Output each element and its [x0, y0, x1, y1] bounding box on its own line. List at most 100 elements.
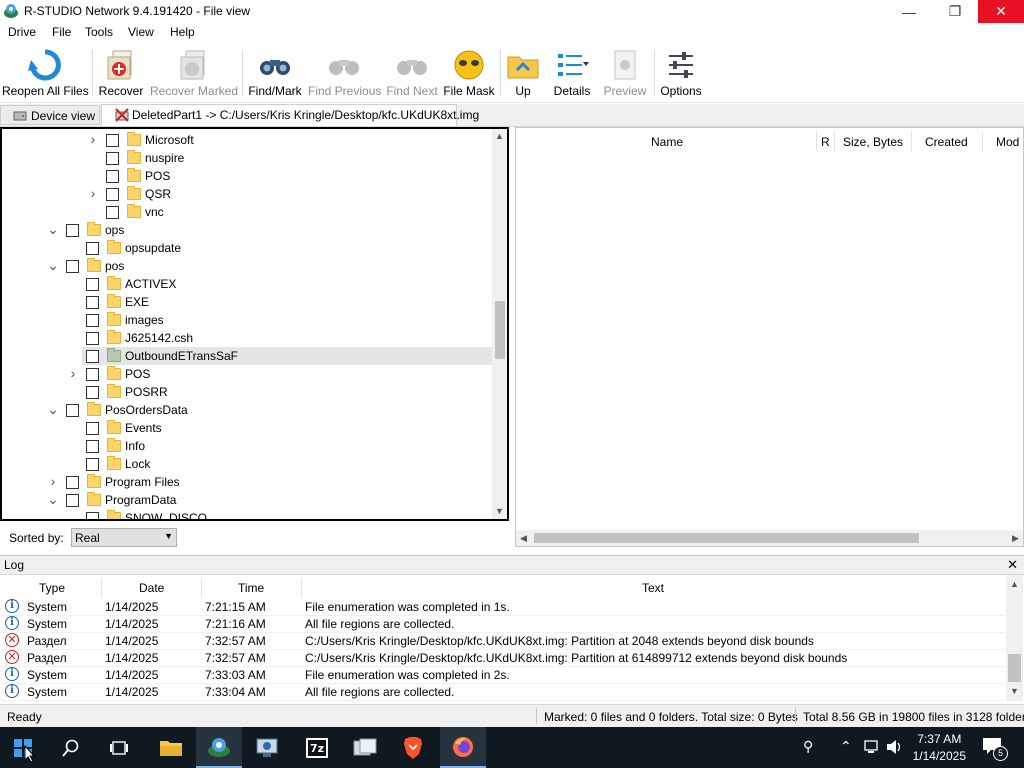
folder-tree-panel[interactable]: › Microsoft nuspire POS › QSR vnc ⌄ ops opsupdate… [0, 127, 509, 521]
tree-item-checkbox[interactable] [66, 494, 79, 507]
tree-item-checkbox[interactable] [86, 386, 99, 399]
tree-item[interactable]: ACTIVEX [2, 275, 492, 293]
taskbar-7zip[interactable]: 7z [294, 727, 340, 768]
tree-item[interactable]: Events [2, 419, 492, 437]
tree-item[interactable]: POS [2, 167, 492, 185]
file-list-horizontal-scrollbar[interactable]: ◀ ▶ [516, 530, 1023, 546]
menu-tools[interactable]: Tools [85, 25, 113, 39]
tree-item[interactable]: Lock [2, 455, 492, 473]
tree-item-checkbox[interactable] [66, 260, 79, 273]
chevron-right-icon[interactable]: › [87, 132, 99, 146]
up-button[interactable]: Up [504, 44, 542, 102]
menu-file[interactable]: File [52, 25, 71, 39]
options-button[interactable]: Options [658, 44, 704, 102]
log-column-date[interactable]: Date [139, 581, 164, 595]
tree-item-checkbox[interactable] [106, 188, 119, 201]
tree-item-checkbox[interactable] [86, 296, 99, 309]
tree-item-checkbox[interactable] [106, 152, 119, 165]
tree-item-checkbox[interactable] [106, 170, 119, 183]
tree-item[interactable]: images [2, 311, 492, 329]
tree-item-checkbox[interactable] [86, 368, 99, 381]
tree-item[interactable]: EXE [2, 293, 492, 311]
tree-item-checkbox[interactable] [106, 134, 119, 147]
taskbar-utility[interactable] [342, 727, 388, 768]
scroll-up-arrow-icon[interactable]: ▲ [492, 129, 507, 144]
recover-marked-button[interactable]: Recover Marked [150, 44, 238, 102]
scroll-left-arrow-icon[interactable]: ◀ [516, 531, 531, 546]
minimize-button[interactable]: — [886, 0, 932, 23]
column-r[interactable]: R [821, 135, 830, 149]
tree-item-checkbox[interactable] [86, 512, 99, 519]
network-icon[interactable] [862, 740, 880, 755]
scroll-right-arrow-icon[interactable]: ▶ [1008, 531, 1023, 546]
tree-item[interactable]: OutboundETransSaF [82, 347, 492, 365]
log-column-text[interactable]: Text [642, 581, 664, 595]
scroll-down-arrow-icon[interactable]: ▼ [1007, 684, 1022, 699]
maximize-button[interactable]: ❐ [932, 0, 978, 23]
chevron-down-icon[interactable]: ⌄ [47, 222, 59, 236]
find-previous-button[interactable]: Find Previous [308, 44, 381, 102]
file-mask-button[interactable]: File Mask [442, 44, 496, 102]
details-button[interactable]: Details [544, 44, 600, 102]
file-list-scroll-thumb[interactable] [534, 533, 919, 543]
log-row[interactable]: i System 1/14/2025 7:21:15 AM File enumerati… [0, 598, 1005, 616]
reopen-all-files-button[interactable]: Reopen All Files [2, 44, 89, 102]
chevron-down-icon[interactable]: ⌄ [47, 258, 59, 272]
tree-item-checkbox[interactable] [86, 332, 99, 345]
tree-item-checkbox[interactable] [86, 314, 99, 327]
tree-item-checkbox[interactable] [86, 458, 99, 471]
column-modified[interactable]: Mod [996, 135, 1019, 149]
people-icon[interactable]: ⚲ [803, 738, 813, 755]
log-column-time[interactable]: Time [238, 581, 264, 595]
clock[interactable]: 7:37 AM 1/14/2025 [913, 731, 966, 765]
chevron-down-icon[interactable]: ⌄ [47, 492, 59, 506]
find-mark-button[interactable]: Find/Mark [246, 44, 304, 102]
tree-scroll-thumb[interactable] [495, 301, 505, 359]
volume-icon[interactable] [886, 739, 904, 755]
chevron-right-icon[interactable]: › [87, 186, 99, 200]
notification-center-button[interactable]: 5 [982, 737, 1008, 761]
column-name[interactable]: Name [651, 135, 683, 149]
tree-item[interactable]: › QSR [2, 185, 492, 203]
tree-item[interactable]: POSRR [2, 383, 492, 401]
log-row[interactable]: ✕ Раздел 1/14/2025 7:32:57 AM C:/Users/Kris … [0, 632, 1005, 650]
start-button[interactable] [0, 727, 46, 768]
column-created[interactable]: Created [925, 135, 968, 149]
tab-file-view[interactable]: DeletedPart1 -> C:/Users/Kris Kringle/De… [101, 104, 479, 126]
taskbar-firefox[interactable] [440, 727, 486, 768]
close-button[interactable]: ✕ [978, 0, 1024, 23]
tab-device-view[interactable]: Device view [0, 105, 100, 125]
scroll-up-arrow-icon[interactable]: ▲ [1007, 577, 1022, 592]
tree-item-checkbox[interactable] [86, 350, 99, 363]
taskbar-file-explorer[interactable] [148, 727, 194, 768]
chevron-up-icon[interactable]: ⌃ [840, 738, 852, 755]
tree-item-checkbox[interactable] [106, 206, 119, 219]
tree-item-checkbox[interactable] [66, 476, 79, 489]
chevron-down-icon[interactable]: ⌄ [47, 402, 59, 416]
tree-item-checkbox[interactable] [86, 422, 99, 435]
log-vertical-scrollbar[interactable]: ▲ ▼ [1006, 575, 1023, 701]
log-row[interactable]: ✕ Раздел 1/14/2025 7:32:57 AM C:/Users/Kris … [0, 649, 1005, 667]
task-view-button[interactable] [96, 727, 142, 768]
tree-item[interactable]: opsupdate [2, 239, 492, 257]
tree-item-checkbox[interactable] [66, 224, 79, 237]
taskbar-brave[interactable] [390, 727, 436, 768]
tree-item-checkbox[interactable] [66, 404, 79, 417]
tree-item-checkbox[interactable] [86, 440, 99, 453]
tree-item[interactable]: SNOW_DISCO [2, 509, 492, 519]
taskbar-network-app[interactable] [244, 727, 290, 768]
menu-drive[interactable]: Drive [8, 25, 36, 39]
log-scroll-thumb[interactable] [1008, 654, 1021, 682]
tree-item-checkbox[interactable] [86, 278, 99, 291]
tree-item[interactable]: ⌄ ops [2, 221, 492, 239]
chevron-right-icon[interactable]: › [67, 366, 79, 380]
menu-view[interactable]: View [128, 25, 154, 39]
file-list-panel[interactable]: Name R Size, Bytes Created Mod ◀ ▶ [515, 127, 1024, 547]
log-row[interactable]: i System 1/14/2025 7:33:03 AM File enumerati… [0, 666, 1005, 684]
tree-item[interactable]: Info [2, 437, 492, 455]
tree-item[interactable]: ⌄ pos [2, 257, 492, 275]
search-button[interactable] [48, 727, 94, 768]
tree-item[interactable]: ⌄ ProgramData [2, 491, 492, 509]
taskbar-r-studio[interactable] [196, 727, 242, 768]
sort-order-select[interactable]: Real ▼ [71, 528, 177, 547]
